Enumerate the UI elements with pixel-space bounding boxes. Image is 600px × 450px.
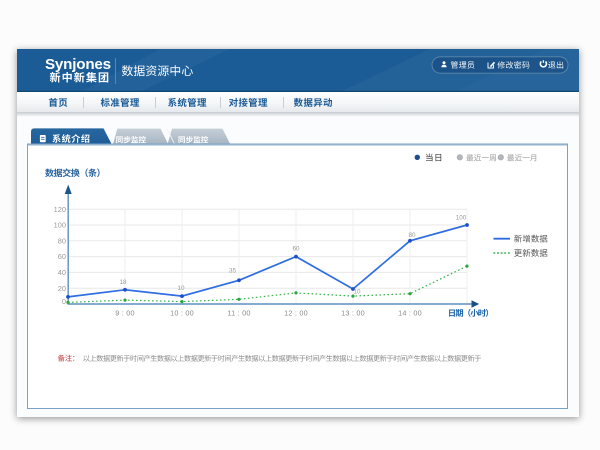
- svg-text:10: 10: [353, 289, 361, 296]
- svg-text:35: 35: [229, 268, 237, 275]
- svg-text:20: 20: [58, 284, 66, 293]
- svg-text:80: 80: [58, 236, 66, 245]
- svg-text:18: 18: [119, 279, 127, 286]
- svg-text:11 : 00: 11 : 00: [227, 309, 250, 318]
- svg-text:60: 60: [58, 252, 66, 261]
- svg-text:Synjones: Synjones: [45, 56, 111, 73]
- svg-text:100: 100: [456, 215, 467, 222]
- svg-text:0: 0: [62, 297, 66, 306]
- svg-text:80: 80: [408, 232, 416, 239]
- svg-text:12 : 00: 12 : 00: [284, 309, 308, 318]
- svg-text:10 : 00: 10 : 00: [170, 309, 194, 318]
- svg-text:100: 100: [54, 221, 66, 230]
- svg-text:10: 10: [177, 285, 185, 292]
- svg-text:40: 40: [58, 268, 66, 277]
- svg-text:14 : 00: 14 : 00: [398, 309, 422, 318]
- svg-text:120: 120: [54, 205, 66, 214]
- svg-text:9 : 00: 9 : 00: [115, 309, 134, 318]
- svg-text:60: 60: [292, 246, 300, 253]
- svg-text:13 : 00: 13 : 00: [341, 309, 365, 318]
